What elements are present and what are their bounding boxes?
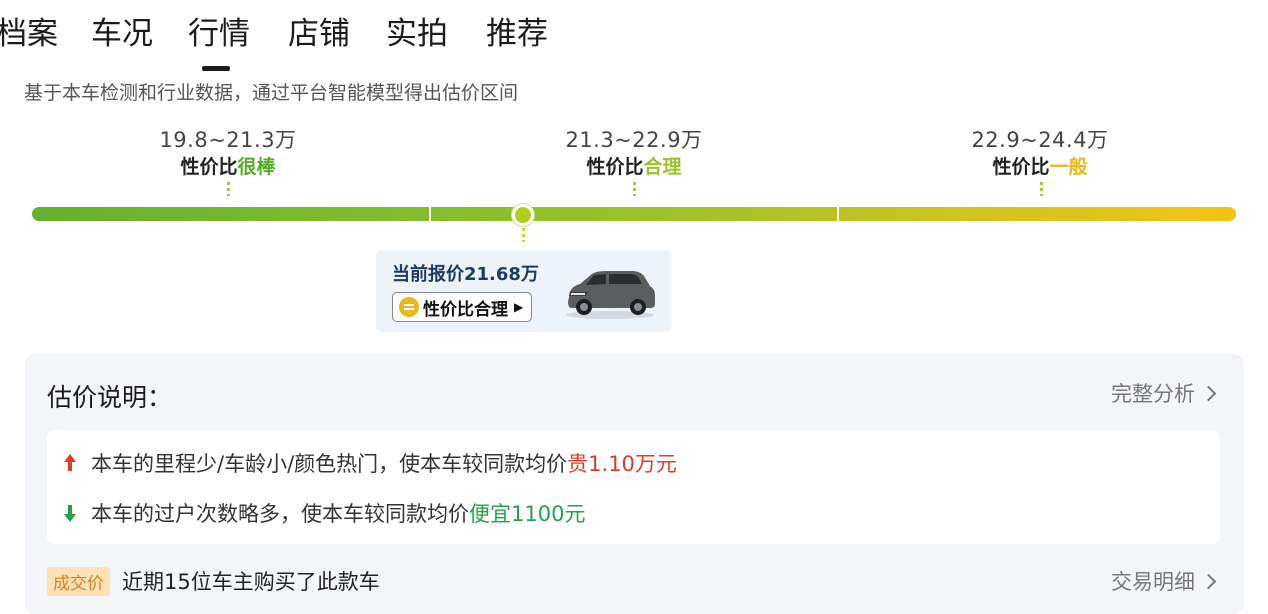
price-reasons-list: 本车的里程少/车龄小/颜色热门，使本车较同款均价 贵1.10万元 本车的过户次数略… xyxy=(47,430,1220,544)
price-segment-reasonable: 21.3~22.9万 性价比合理 xyxy=(504,126,764,180)
segment-label-highlight: 很棒 xyxy=(237,156,276,178)
segment-label-highlight: 合理 xyxy=(643,156,682,178)
segment-label-prefix: 性价比 xyxy=(586,156,644,178)
panel-title: 估价说明： xyxy=(47,383,173,412)
current-price-text: 当前报价21.68万 xyxy=(392,264,539,285)
segment-dots xyxy=(1040,182,1043,196)
bar-separator xyxy=(837,207,839,221)
segment-range: 22.9~24.4万 xyxy=(971,128,1109,152)
value-rating-button[interactable]: 性价比合理 ▶ xyxy=(392,292,533,322)
segment-label: 性价比合理 xyxy=(504,154,764,180)
play-arrow-icon: ▶ xyxy=(514,300,524,314)
recent-deals-text: 近期15位车主购买了此款车 xyxy=(122,570,380,594)
chevron-right-icon xyxy=(1200,385,1217,402)
deal-price-badge: 成交价 xyxy=(47,566,110,596)
segment-range: 21.3~22.9万 xyxy=(565,128,703,152)
arrow-down-icon xyxy=(61,504,79,522)
full-analysis-link[interactable]: 完整分析 xyxy=(1111,378,1217,408)
valuation-explanation-panel: 估价说明： 完整分析 本车的里程少/车龄小/颜色热门，使本车较同款均价 贵1.10… xyxy=(25,354,1244,614)
price-segment-average: 22.9~24.4万 性价比一般 xyxy=(910,126,1170,180)
current-price-card: 当前报价21.68万 性价比合理 ▶ xyxy=(376,250,671,332)
tab-recommend[interactable]: 推荐 xyxy=(486,12,548,56)
reason-item-down: 本车的过户次数略多，使本车较同款均价 便宜1100元 xyxy=(61,498,585,528)
tab-market[interactable]: 行情 xyxy=(188,12,250,56)
segment-label-highlight: 一般 xyxy=(1049,156,1088,178)
segment-label-prefix: 性价比 xyxy=(992,156,1050,178)
reason-text: 本车的里程少/车龄小/颜色热门，使本车较同款均价 xyxy=(91,452,568,476)
valuation-subtitle: 基于本车检测和行业数据，通过平台智能模型得出估价区间 xyxy=(24,82,519,104)
segment-range: 19.8~21.3万 xyxy=(159,128,297,152)
chevron-right-icon xyxy=(1200,573,1217,590)
reason-highlight: 便宜1100元 xyxy=(469,502,586,526)
reason-highlight: 贵1.10万元 xyxy=(567,452,677,476)
segment-label: 性价比很棒 xyxy=(98,154,358,180)
segment-label-prefix: 性价比 xyxy=(180,156,238,178)
tab-archive[interactable]: 档案 xyxy=(0,12,58,56)
price-range-bar xyxy=(32,207,1236,221)
transaction-details-label: 交易明细 xyxy=(1111,570,1195,594)
tab-photos[interactable]: 实拍 xyxy=(386,12,448,56)
segment-dots xyxy=(633,182,636,196)
segment-dots xyxy=(227,182,230,196)
suv-car-image xyxy=(566,271,655,319)
reason-text: 本车的过户次数略多，使本车较同款均价 xyxy=(91,502,469,526)
tab-store[interactable]: 店铺 xyxy=(288,12,350,56)
current-price-marker xyxy=(512,204,534,226)
full-analysis-label: 完整分析 xyxy=(1111,382,1195,406)
reason-item-up: 本车的里程少/车龄小/颜色热门，使本车较同款均价 贵1.10万元 xyxy=(61,448,677,478)
tab-condition[interactable]: 车况 xyxy=(91,12,153,56)
recent-deals-row: 成交价 近期15位车主购买了此款车 xyxy=(47,566,380,596)
arrow-up-icon xyxy=(61,454,79,472)
marker-dots xyxy=(522,228,525,242)
value-rating-label: 性价比合理 xyxy=(423,299,508,320)
active-tab-indicator xyxy=(202,66,230,71)
equal-icon xyxy=(399,297,419,317)
transaction-details-link[interactable]: 交易明细 xyxy=(1111,566,1217,596)
bar-separator xyxy=(429,207,431,221)
price-segment-great: 19.8~21.3万 性价比很棒 xyxy=(98,126,358,180)
segment-label: 性价比一般 xyxy=(910,154,1170,180)
